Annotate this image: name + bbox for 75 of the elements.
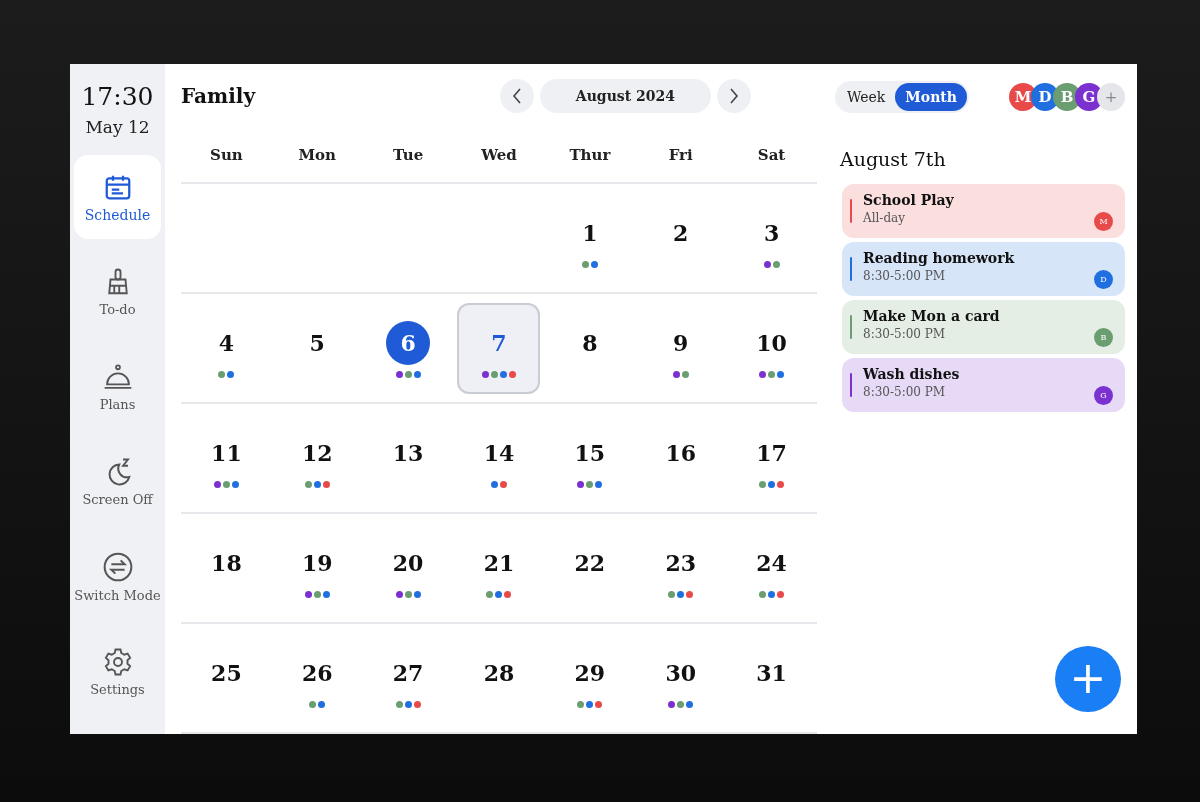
day-number[interactable]: 14 (477, 430, 521, 475)
nav-item[interactable]: Settings (74, 630, 161, 714)
event-avatar: G (1094, 386, 1113, 405)
event-time: 8:30-5:00 PM (863, 385, 946, 399)
add-event-button[interactable]: + (1055, 646, 1121, 712)
day-number[interactable]: 31 (749, 650, 794, 695)
event-card[interactable]: Reading homework 8:30-5:00 PM D (842, 242, 1125, 296)
day-number[interactable]: 20 (386, 540, 431, 585)
weekday-label: Wed (481, 145, 517, 164)
nav-item[interactable]: To-do (74, 250, 161, 334)
next-month-button[interactable] (717, 78, 751, 113)
calendar-title: Family (181, 83, 257, 108)
chevron-left-icon (511, 87, 522, 104)
nav-item[interactable]: Schedule (74, 155, 161, 239)
weekday-label: Tue (393, 145, 424, 164)
day-number[interactable]: 22 (567, 540, 612, 585)
today-date[interactable]: 6 (386, 320, 431, 365)
day-number[interactable]: 9 (658, 320, 703, 365)
month-picker[interactable]: August 2024 (539, 78, 711, 113)
day-number[interactable]: 13 (386, 430, 431, 475)
settings-icon (102, 647, 133, 677)
event-avatar: M (1094, 212, 1113, 231)
day-number[interactable]: 28 (477, 650, 521, 695)
event-title: Make Mon a card (863, 308, 1000, 324)
clock-date: May 12 (85, 117, 150, 137)
view-tab[interactable]: Month (895, 83, 967, 111)
weekday-label: Sun (210, 145, 243, 164)
day-number[interactable]: 12 (295, 430, 340, 475)
day-number[interactable]: 16 (658, 430, 703, 475)
event-time: 8:30-5:00 PM (863, 327, 946, 341)
nav-item[interactable]: Screen Off (74, 440, 161, 524)
day-number[interactable]: 26 (295, 650, 340, 695)
day-number[interactable]: 10 (749, 320, 794, 365)
weekday-label: Mon (298, 145, 337, 164)
day-number[interactable]: 15 (567, 430, 612, 475)
day-number[interactable]: 18 (204, 540, 249, 585)
day-number[interactable]: 8 (567, 320, 612, 365)
day-number[interactable]: 7 (477, 320, 521, 365)
day-number[interactable]: 1 (567, 210, 612, 255)
event-title: Wash dishes (863, 366, 960, 382)
day-number[interactable]: 24 (749, 540, 794, 585)
day-number[interactable]: 23 (658, 540, 703, 585)
clock-time: 17:30 (81, 82, 154, 111)
view-tab[interactable]: Week (837, 83, 896, 111)
day-number[interactable]: 27 (386, 650, 431, 695)
day-number[interactable]: 3 (749, 210, 794, 255)
day-number[interactable]: 25 (204, 650, 249, 695)
event-card[interactable]: School Play All-day M (842, 184, 1125, 238)
day-number[interactable]: 5 (295, 320, 340, 365)
agenda-date: August 7th (840, 148, 947, 170)
swap-icon (101, 551, 134, 583)
weekday-label: Sat (757, 145, 786, 164)
event-avatar: B (1094, 328, 1113, 347)
day-number[interactable]: 2 (658, 210, 703, 255)
event-avatar: D (1094, 270, 1113, 289)
day-number[interactable]: 17 (749, 430, 794, 475)
event-title: School Play (863, 192, 954, 208)
chevron-right-icon (729, 87, 739, 104)
weekday-label: Thur (569, 145, 611, 164)
day-number[interactable]: 11 (204, 430, 249, 475)
day-number[interactable]: 4 (204, 320, 249, 365)
day-number[interactable]: 19 (295, 540, 340, 585)
day-number[interactable]: 21 (477, 540, 521, 585)
event-card[interactable]: Wash dishes 8:30-5:00 PM G (842, 358, 1125, 412)
previous-month-button[interactable] (499, 78, 534, 113)
event-title: Reading homework (863, 250, 1015, 266)
event-card[interactable]: Make Mon a card 8:30-5:00 PM B (842, 300, 1125, 354)
day-number[interactable]: 30 (658, 650, 703, 695)
selected-day[interactable]: 7 (457, 302, 541, 394)
event-time: All-day (863, 211, 905, 225)
day-number[interactable]: 29 (567, 650, 612, 695)
nav-item[interactable]: Plans (74, 345, 161, 429)
weekday-label: Fri (668, 145, 693, 164)
nav-item[interactable]: Switch Mode (74, 535, 161, 619)
event-time: 8:30-5:00 PM (863, 269, 946, 283)
